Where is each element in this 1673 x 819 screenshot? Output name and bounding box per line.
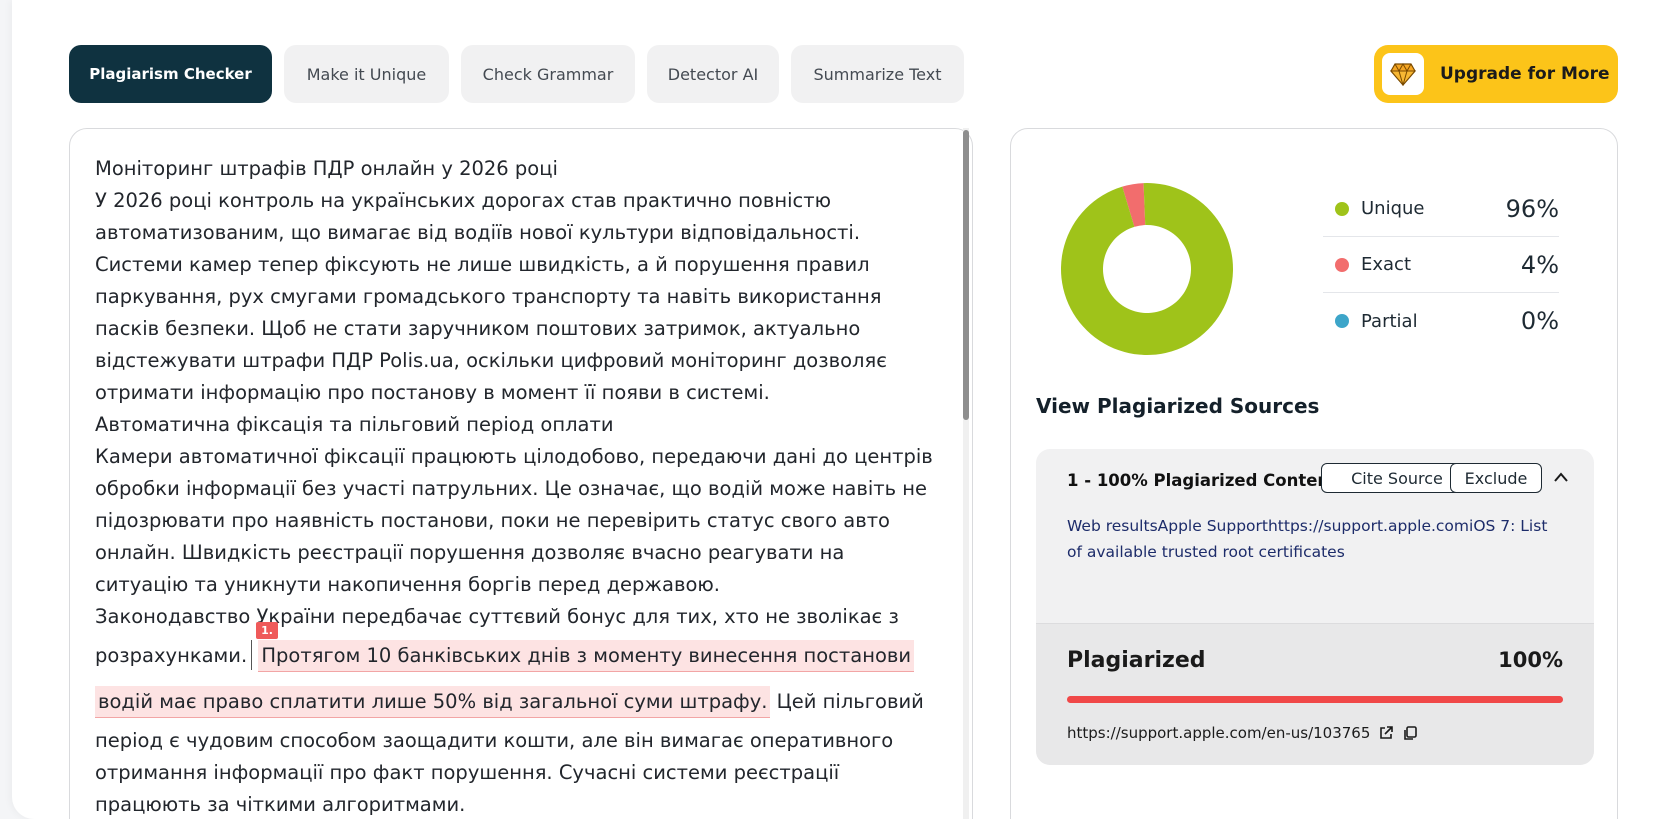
editor-line: У 2026 році контроль на українських доро…	[95, 189, 831, 212]
editor-line: працюють за чіткими алгоритмами.	[95, 793, 466, 816]
editor-line: відстежувати штрафи ПДР Polis.ua, оскіль…	[95, 349, 887, 372]
legend-label: Unique	[1361, 198, 1425, 219]
exclude-button[interactable]: Exclude	[1450, 463, 1542, 493]
upgrade-label: Upgrade for More	[1440, 64, 1610, 84]
legend-label: Exact	[1361, 254, 1412, 275]
source-card: 1 - 100% Plagiarized Content Cite Source…	[1036, 449, 1594, 765]
source-url[interactable]: https://support.apple.com/en-us/103765	[1067, 724, 1370, 742]
editor-line: Законодавство України передбачає суттєви…	[95, 605, 899, 628]
legend-row-unique: Unique 96%	[1323, 181, 1559, 237]
legend-value: 4%	[1520, 250, 1559, 279]
tab-plagiarism-checker[interactable]: Plagiarism Checker	[69, 45, 272, 103]
editor-text-fragment: Цей пільговий	[770, 690, 924, 713]
editor-line: період є чудовим способом заощадити кошт…	[95, 729, 894, 752]
tab-summarize-text[interactable]: Summarize Text	[791, 45, 964, 103]
editor-line: ситуацію та уникнути накопичення боргів …	[95, 573, 720, 596]
tab-make-it-unique[interactable]: Make it Unique	[284, 45, 449, 103]
donut-slice-unique	[1061, 183, 1233, 355]
diamond-icon	[1382, 53, 1424, 95]
copy-icon[interactable]	[1402, 725, 1418, 741]
editor-line: Камери автоматичної фіксації працюють ці…	[95, 445, 933, 468]
editor-line: підозрювати про наявність постанови, пок…	[95, 509, 890, 532]
tool-tabs: Plagiarism Checker Make it Unique Check …	[69, 45, 964, 103]
plagiarized-progress-fill	[1067, 696, 1563, 703]
editor-line: отримання інформації про факт порушення.…	[95, 761, 840, 784]
editor-line: обробки інформації без участі патрульних…	[95, 477, 928, 500]
results-panel: Unique 96% Exact 4% Partial 0% View Plag…	[1010, 128, 1618, 819]
editor-scrollbar[interactable]	[963, 130, 969, 420]
editor-text-fragment: розрахунками.	[95, 644, 248, 667]
plagiarized-progress-bar	[1067, 696, 1563, 703]
tab-detector-ai[interactable]: Detector AI	[647, 45, 779, 103]
plagiarized-summary: Plagiarized 100% https://support.apple.c…	[1036, 623, 1594, 765]
partial-dot-icon	[1335, 314, 1349, 328]
editor-line: автоматизованим, що вимагає від водіїв н…	[95, 221, 861, 244]
legend-row-exact: Exact 4%	[1323, 237, 1559, 293]
chevron-up-icon[interactable]	[1552, 469, 1570, 488]
editor-line: онлайн. Швидкість реєстрації порушення д…	[95, 541, 845, 564]
plagiarism-highlight[interactable]: водій має право сплатити лише 50% від за…	[95, 686, 771, 718]
source-snippet: Web resultsApple Supporthttps://support.…	[1067, 517, 1548, 561]
source-url-row: https://support.apple.com/en-us/103765	[1067, 724, 1418, 742]
legend-label: Partial	[1361, 310, 1418, 332]
plagiarized-label: Plagiarized	[1067, 648, 1206, 673]
text-cursor	[251, 640, 253, 670]
editor-line: паркування, рух смугами громадського тра…	[95, 285, 882, 308]
source-heading[interactable]: 1 - 100% Plagiarized Content	[1067, 471, 1337, 490]
unique-dot-icon	[1335, 201, 1349, 216]
editor-content[interactable]: Моніторинг штрафів ПДР онлайн у 2026 роц…	[95, 153, 945, 819]
editor-line: Системи камер тепер фіксують не лише шви…	[95, 253, 870, 276]
upgrade-button[interactable]: Upgrade for More	[1374, 45, 1618, 103]
text-editor[interactable]: Моніторинг штрафів ПДР онлайн у 2026 роц…	[69, 128, 973, 819]
plagiarism-highlight[interactable]: Протягом 10 банківських днів з моменту в…	[258, 640, 915, 672]
highlight-line-2: водій має право сплатити лише 50% від за…	[95, 679, 945, 725]
sources-title: View Plagiarized Sources	[1036, 394, 1320, 418]
external-link-icon[interactable]	[1378, 725, 1394, 741]
editor-line: Автоматична фіксація та пільговий період…	[95, 413, 614, 436]
highlight-line-1: розрахунками. Протягом 10 банківських дн…	[95, 633, 945, 679]
legend-row-partial: Partial 0%	[1323, 293, 1559, 349]
plagiarized-value: 100%	[1498, 648, 1563, 672]
originality-donut-chart	[1061, 183, 1233, 355]
legend-value: 96%	[1505, 194, 1559, 223]
highlight-badge: 1.	[256, 622, 278, 639]
editor-line: Моніторинг штрафів ПДР онлайн у 2026 роц…	[95, 157, 558, 180]
stats-legend: Unique 96% Exact 4% Partial 0%	[1323, 181, 1559, 349]
legend-value: 0%	[1520, 307, 1559, 335]
exact-dot-icon	[1335, 257, 1349, 272]
editor-line: пасків безпеки. Щоб не стати заручником …	[95, 317, 861, 340]
tab-check-grammar[interactable]: Check Grammar	[461, 45, 635, 103]
editor-line: отримати інформацію про постанову в моме…	[95, 381, 770, 404]
